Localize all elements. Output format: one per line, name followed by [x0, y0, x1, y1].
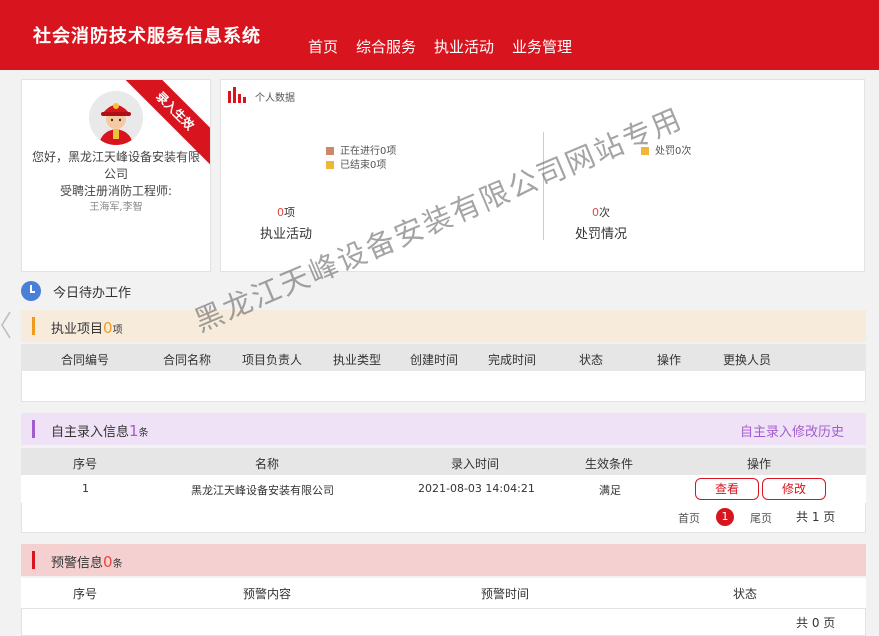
col-project-lead: 项目负责人	[242, 353, 303, 367]
warnings-bar: 预警信息0条	[21, 544, 866, 576]
col-contract-no: 合同编号	[61, 353, 110, 367]
section-marker	[32, 317, 35, 335]
section-marker	[32, 551, 35, 569]
pager-last[interactable]: 尾页	[750, 510, 772, 526]
warnings-title: 预警信息0条	[51, 553, 123, 571]
col-status: 状态	[733, 587, 758, 601]
self-entry-title: 自主录入信息1条	[51, 422, 149, 440]
col-finished-time: 完成时间	[488, 353, 537, 367]
warnings-pager-area: 共 0 页	[21, 608, 866, 636]
self-entry-bar: 自主录入信息1条 自主录入修改历史	[21, 413, 866, 445]
col-contract-name: 合同名称	[163, 353, 212, 367]
self-entry-header: 序号 名称 录入时间 生效条件 操作	[21, 448, 866, 475]
bar-chart-icon	[228, 87, 246, 103]
warnings-header: 序号 预警内容 预警时间 状态	[21, 578, 866, 608]
divider	[543, 132, 544, 240]
penalty-stat[interactable]: 0次 处罚情况	[561, 204, 641, 242]
nav-general-service[interactable]: 综合服务	[356, 36, 416, 57]
profile-info: 您好，黑龙江天峰设备安装有限公司 受聘注册消防工程师: 王海军,李智	[28, 149, 204, 215]
penalty-count: 0	[592, 206, 599, 219]
col-name: 名称	[255, 457, 280, 471]
col-operation: 操作	[747, 457, 772, 471]
firefighter-avatar-icon	[89, 91, 143, 145]
col-operation: 操作	[657, 353, 682, 367]
row-condition: 满足	[599, 484, 621, 497]
top-header: 社会消防技术服务信息系统 首页 综合服务 执业活动 业务管理	[0, 0, 879, 70]
col-practice-type: 执业类型	[333, 353, 382, 367]
table-row: 1 黑龙江天峰设备安装有限公司 2021-08-03 14:04:21 满足 查…	[21, 475, 866, 503]
practice-projects-title: 执业项目0项	[51, 319, 123, 337]
pager-total: 共 1 页	[796, 510, 836, 524]
edit-button[interactable]: 修改	[762, 478, 826, 500]
col-effective-condition: 生效条件	[585, 457, 634, 471]
chevron-left-icon[interactable]	[0, 310, 14, 340]
col-warning-content: 预警内容	[243, 587, 292, 601]
system-title: 社会消防技术服务信息系统	[33, 26, 261, 47]
greeting-text: 您好，黑龙江天峰设备安装有限公司	[31, 150, 200, 181]
nav-practice-activity[interactable]: 执业活动	[434, 36, 494, 57]
row-name: 黑龙江天峰设备安装有限公司	[191, 484, 334, 497]
practice-count: 0	[277, 206, 284, 219]
today-title: 今日待办工作	[53, 285, 132, 301]
penalty-label: 处罚情况	[574, 227, 627, 242]
self-entry-history-link[interactable]: 自主录入修改历史	[740, 421, 844, 440]
clock-icon	[21, 281, 41, 301]
profile-card: 录入生效 您好，黑龙江天峰设备安装有限公司 受聘注册消防工程师: 王海军,李智	[21, 79, 211, 272]
personal-data-card: 个人数据 正在进行0项 已结束0项 0项 执业活动 处罚0次 0次 处罚情况	[220, 79, 865, 272]
nav-home[interactable]: 首页	[308, 36, 338, 57]
col-created-time: 创建时间	[410, 353, 459, 367]
practice-projects-header: 合同编号 合同名称 项目负责人 执业类型 创建时间 完成时间 状态 操作 更换人…	[21, 344, 866, 371]
legend-penalty: 处罚0次	[641, 145, 691, 159]
nav-business-management[interactable]: 业务管理	[512, 36, 572, 57]
legend-finished: 已结束0项	[326, 159, 396, 173]
practice-legend: 正在进行0项 已结束0项	[326, 145, 396, 173]
col-index: 序号	[73, 457, 98, 471]
role-text: 受聘注册消防工程师:	[59, 184, 173, 198]
penalty-legend: 处罚0次	[641, 145, 691, 159]
row-time: 2021-08-03 14:04:21	[418, 482, 535, 495]
row-index: 1	[82, 482, 89, 495]
legend-in-progress: 正在进行0项	[326, 145, 396, 159]
self-entry-pager-area: 首页 1 尾页 共 1 页	[21, 503, 866, 533]
main-nav: 首页 综合服务 执业活动 业务管理	[308, 36, 590, 57]
engineer-names: 王海军,李智	[89, 202, 143, 213]
practice-projects-body	[21, 371, 866, 402]
practice-projects-bar: 执业项目0项	[21, 310, 866, 342]
section-marker	[32, 420, 35, 438]
personal-data-title: 个人数据	[255, 93, 295, 104]
pager-current[interactable]: 1	[716, 508, 734, 526]
practice-stat[interactable]: 0项 执业活动	[251, 204, 321, 242]
pager-first[interactable]: 首页	[678, 510, 700, 526]
col-entry-time: 录入时间	[451, 457, 500, 471]
today-header: 今日待办工作	[21, 281, 131, 301]
col-warning-time: 预警时间	[481, 587, 530, 601]
warnings-pager-total: 共 0 页	[796, 616, 836, 630]
view-button[interactable]: 查看	[695, 478, 759, 500]
col-status: 状态	[579, 353, 604, 367]
col-change-staff: 更换人员	[723, 353, 772, 367]
col-index: 序号	[73, 587, 98, 601]
practice-label: 执业活动	[259, 227, 312, 242]
